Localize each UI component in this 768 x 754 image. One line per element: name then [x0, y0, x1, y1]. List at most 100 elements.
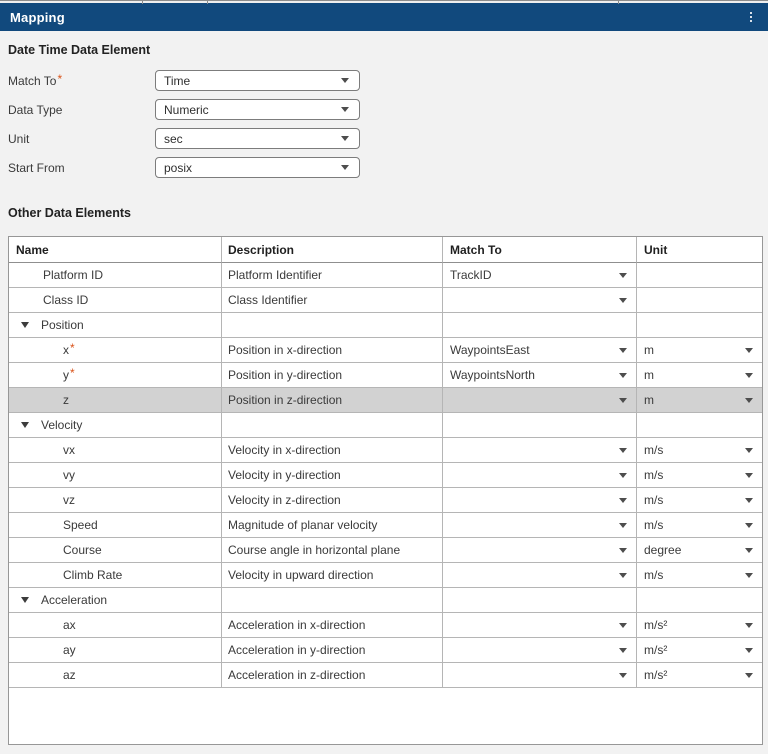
row-name-label: Speed	[63, 518, 98, 532]
unit-dropdown-cell[interactable]: m/s	[637, 513, 762, 538]
chevron-down-icon[interactable]	[619, 623, 627, 628]
chevron-down-icon[interactable]	[619, 648, 627, 653]
chevron-down-icon[interactable]	[619, 673, 627, 678]
table-row-platform-id[interactable]: Platform IDPlatform IdentifierTrackID	[9, 263, 762, 288]
collapse-triangle-icon[interactable]	[21, 322, 29, 328]
group-row-acceleration[interactable]: Acceleration	[9, 588, 762, 613]
match-to-dropdown-cell[interactable]: TrackID	[443, 263, 637, 288]
group-row-velocity[interactable]: Velocity	[9, 413, 762, 438]
description-cell: Magnitude of planar velocity	[222, 513, 443, 538]
table-row-vz[interactable]: vzVelocity in z-directionm/s	[9, 488, 762, 513]
table-row-course[interactable]: CourseCourse angle in horizontal planede…	[9, 538, 762, 563]
chevron-down-icon[interactable]	[745, 548, 753, 553]
collapse-triangle-icon[interactable]	[21, 422, 29, 428]
description-cell: Velocity in upward direction	[222, 563, 443, 588]
match-to-dropdown-cell[interactable]	[443, 463, 637, 488]
unit-dropdown-cell[interactable]: m/s²	[637, 663, 762, 688]
description-text: Acceleration in x-direction	[228, 618, 365, 632]
chevron-down-icon[interactable]	[619, 498, 627, 503]
chevron-down-icon[interactable]	[619, 398, 627, 403]
unit-value: m/s	[644, 518, 663, 532]
table-row-vx[interactable]: vxVelocity in x-directionm/s	[9, 438, 762, 463]
chevron-down-icon[interactable]	[745, 348, 753, 353]
data-type-dropdown[interactable]: Numeric	[155, 99, 360, 120]
start-from-dropdown[interactable]: posix	[155, 157, 360, 178]
chevron-down-icon[interactable]	[619, 448, 627, 453]
chevron-down-icon[interactable]	[619, 298, 627, 303]
unit-dropdown-cell[interactable]: m/s	[637, 563, 762, 588]
unit-value: m	[644, 343, 654, 357]
table-row-az[interactable]: azAcceleration in z-directionm/s²	[9, 663, 762, 688]
name-cell: Position	[9, 313, 222, 338]
table-row-climb-rate[interactable]: Climb RateVelocity in upward directionm/…	[9, 563, 762, 588]
match-to-dropdown-cell[interactable]	[443, 288, 637, 313]
chevron-down-icon[interactable]	[619, 273, 627, 278]
table-row-vy[interactable]: vy Velocity in y-direction m/s	[9, 463, 762, 488]
unit-dropdown-cell[interactable]: m/s	[637, 463, 762, 488]
table-row-class-id[interactable]: Class IDClass Identifier	[9, 288, 762, 313]
unit-dropdown-cell[interactable]: m/s	[637, 438, 762, 463]
unit-dropdown[interactable]: sec	[155, 128, 360, 149]
match-to-dropdown-cell[interactable]	[443, 538, 637, 563]
top-strip	[0, 0, 768, 3]
description-text: Velocity in y-direction	[228, 468, 341, 482]
match-to-dropdown-cell[interactable]	[443, 488, 637, 513]
chevron-down-icon[interactable]	[619, 523, 627, 528]
chevron-down-icon[interactable]	[619, 573, 627, 578]
match-to-dropdown-cell[interactable]	[443, 563, 637, 588]
chevron-down-icon[interactable]	[745, 523, 753, 528]
unit-dropdown-cell[interactable]: m/s²	[637, 638, 762, 663]
field-label-text: Data Type	[8, 103, 62, 117]
chevron-down-icon[interactable]	[619, 348, 627, 353]
match-to-dropdown-cell[interactable]: WaypointsNorth	[443, 363, 637, 388]
match-to-dropdown-cell[interactable]	[443, 638, 637, 663]
chevron-down-icon[interactable]	[745, 648, 753, 653]
chevron-down-icon[interactable]	[745, 623, 753, 628]
name-cell: vy	[9, 463, 222, 488]
unit-dropdown-cell[interactable]: degree	[637, 538, 762, 563]
chevron-down-icon[interactable]	[745, 498, 753, 503]
chevron-down-icon[interactable]	[745, 473, 753, 478]
table-row-x[interactable]: x*Position in x-directionWaypointsEastm	[9, 338, 762, 363]
unit-dropdown-cell[interactable]: m/s	[637, 488, 762, 513]
group-row-position[interactable]: Position	[9, 313, 762, 338]
match-to-dropdown-cell[interactable]	[443, 438, 637, 463]
unit-dropdown-cell[interactable]: m	[637, 363, 762, 388]
match-to-dropdown-cell[interactable]: WaypointsEast	[443, 338, 637, 363]
table-row-y[interactable]: y*Position in y-directionWaypointsNorthm	[9, 363, 762, 388]
match-to-dropdown-cell[interactable]	[443, 388, 637, 413]
field-label-text: Unit	[8, 132, 29, 146]
match-to-dropdown[interactable]: Time	[155, 70, 360, 91]
row-name-label: y	[63, 368, 69, 382]
table-row-ax[interactable]: axAcceleration in x-directionm/s²	[9, 613, 762, 638]
chevron-down-icon[interactable]	[745, 448, 753, 453]
chevron-down-icon[interactable]	[619, 373, 627, 378]
required-marker: *	[70, 341, 75, 355]
table-row-speed[interactable]: Speed Magnitude of planar velocity m/s	[9, 513, 762, 538]
chevron-down-icon[interactable]	[745, 373, 753, 378]
table-row-ay[interactable]: ayAcceleration in y-directionm/s²	[9, 638, 762, 663]
chevron-down-icon[interactable]	[745, 398, 753, 403]
chevron-down-icon[interactable]	[745, 573, 753, 578]
vertical-ellipsis-icon[interactable]	[746, 9, 756, 25]
description-cell: Velocity in x-direction	[222, 438, 443, 463]
unit-dropdown-cell[interactable]: m	[637, 338, 762, 363]
match-to-dropdown-cell[interactable]	[443, 663, 637, 688]
match-to-dropdown-cell	[443, 413, 637, 438]
table-row-z[interactable]: zPosition in z-directionm	[9, 388, 762, 413]
match-to-dropdown-cell[interactable]	[443, 613, 637, 638]
unit-dropdown-cell[interactable]: m	[637, 388, 762, 413]
chevron-down-icon[interactable]	[745, 673, 753, 678]
column-header-match-to: Match To	[443, 237, 637, 263]
chevron-down-icon[interactable]	[619, 548, 627, 553]
name-cell: ay	[9, 638, 222, 663]
panel-content: Date Time Data Element Match To*TimeData…	[0, 43, 768, 745]
match-to-dropdown-cell[interactable]	[443, 513, 637, 538]
row-name-label: z	[63, 393, 69, 407]
unit-dropdown-cell[interactable]: m/s²	[637, 613, 762, 638]
match-to-value: WaypointsNorth	[450, 368, 535, 382]
name-cell: vz	[9, 488, 222, 513]
chevron-down-icon[interactable]	[619, 473, 627, 478]
collapse-triangle-icon[interactable]	[21, 597, 29, 603]
name-cell: Class ID	[9, 288, 222, 313]
